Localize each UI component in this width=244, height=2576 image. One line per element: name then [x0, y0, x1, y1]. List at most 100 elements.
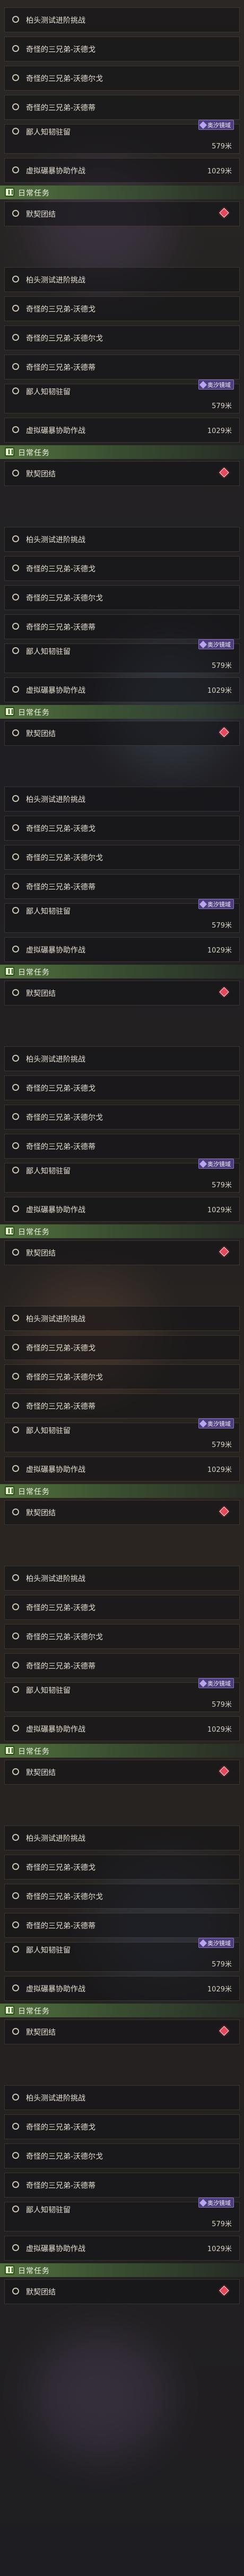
daily-quest-book-icon — [5, 1746, 14, 1755]
quest-label: 奇怪的三兄弟-沃德蒂 — [26, 623, 96, 632]
quest-item[interactable]: 虚拟碾暴协助作战 1029米 — [4, 937, 240, 962]
quest-tracker-panel: 柏头测试进阶挑战 奇怪的三兄弟-沃德戈 奇怪的三兄弟-沃德尔戈 奇怪的三兄弟-沃… — [0, 0, 244, 2576]
quest-label: 鄙人知韧驻留 — [26, 128, 71, 137]
dimension-tag: 奥汐镜域 — [198, 1938, 234, 1948]
quest-item[interactable]: 奥汐镜域 鄙人知韧驻留 579米 — [4, 2198, 240, 2231]
quest-item[interactable]: 柏头测试进阶挑战 — [4, 1306, 240, 1331]
quest-item[interactable]: 柏头测试进阶挑战 — [4, 527, 240, 552]
quest-item[interactable]: 奥汐镜域 鄙人知韧驻留 579米 — [4, 1418, 240, 1452]
quest-item[interactable]: 奇怪的三兄弟-沃德蒂 — [4, 355, 240, 380]
quest-item[interactable]: 柏头测试进阶挑战 — [4, 2085, 240, 2110]
daily-quest-header[interactable]: 日常任务 — [0, 2004, 244, 2017]
daily-quest-header[interactable]: 日常任务 — [0, 965, 244, 978]
quest-label: 柏头测试进阶挑战 — [26, 16, 85, 25]
quest-label: 鄙人知韧驻留 — [26, 388, 71, 396]
quest-label: 虚拟碾暴协助作战 — [26, 1466, 85, 1474]
quest-item[interactable]: 奥汐镜域 鄙人知韧驻留 579米 — [4, 120, 240, 154]
quest-item[interactable]: 奥汐镜域 鄙人知韧驻留 579米 — [4, 1938, 240, 1972]
daily-quest-book-icon — [5, 967, 14, 976]
quest-item[interactable]: 奇怪的三兄弟-沃德蒂 — [4, 2173, 240, 2198]
quest-item[interactable]: 奇怪的三兄弟-沃德尔戈 — [4, 1624, 240, 1649]
quest-item[interactable]: 奥汐镜域 鄙人知韧驻留 579米 — [4, 639, 240, 673]
quest-item[interactable]: 奇怪的三兄弟-沃德尔戈 — [4, 325, 240, 350]
quest-item[interactable]: 奇怪的三兄弟-沃德蒂 — [4, 95, 240, 120]
quest-item[interactable]: 虚拟碾暴协助作战 1029米 — [4, 1197, 240, 1222]
daily-quest-header[interactable]: 日常任务 — [0, 445, 244, 459]
quest-item[interactable]: 默契团结 — [4, 1760, 240, 1785]
quest-item[interactable]: 奇怪的三兄弟-沃德尔戈 — [4, 1364, 240, 1389]
daily-quest-header[interactable]: 日常任务 — [0, 1224, 244, 1238]
quest-item[interactable]: 奇怪的三兄弟-沃德尔戈 — [4, 845, 240, 870]
daily-quest-header[interactable]: 日常任务 — [0, 2263, 244, 2277]
quest-item[interactable]: 奇怪的三兄弟-沃德戈 — [4, 816, 240, 841]
quest-item[interactable]: 奥汐镜域 鄙人知韧驻留 579米 — [4, 1678, 240, 1712]
quest-circle-icon — [12, 564, 19, 571]
quest-item[interactable]: 奇怪的三兄弟-沃德蒂 — [4, 1653, 240, 1678]
quest-item[interactable]: 奇怪的三兄弟-沃德戈 — [4, 556, 240, 581]
quest-item[interactable]: 默契团结 — [4, 2019, 240, 2044]
quest-label: 奇怪的三兄弟-沃德戈 — [26, 565, 96, 574]
quest-marker-icon — [219, 987, 229, 997]
quest-item[interactable]: 奇怪的三兄弟-沃德戈 — [4, 37, 240, 61]
quest-item[interactable]: 默契团结 — [4, 2279, 240, 2304]
quest-item[interactable]: 奥汐镜域 鄙人知韧驻留 579米 — [4, 899, 240, 933]
quest-item[interactable]: 虚拟碾暴协助作战 1029米 — [4, 2236, 240, 2261]
quest-item[interactable]: 奇怪的三兄弟-沃德尔戈 — [4, 2143, 240, 2168]
daily-quest-header[interactable]: 日常任务 — [0, 1744, 244, 1758]
quest-label: 虚拟碾暴协助作战 — [26, 1206, 85, 1214]
quest-item[interactable]: 柏头测试进阶挑战 — [4, 1046, 240, 1071]
quest-item[interactable]: 虚拟碾暴协助作战 1029米 — [4, 158, 240, 183]
quest-label: 奇怪的三兄弟-沃德蒂 — [26, 2182, 96, 2190]
quest-item[interactable]: 奥汐镜域 鄙人知韧驻留 579米 — [4, 380, 240, 413]
quest-item[interactable]: 奇怪的三兄弟-沃德尔戈 — [4, 66, 240, 91]
quest-item[interactable]: 虚拟碾暴协助作战 1029米 — [4, 418, 240, 443]
quest-item[interactable]: 奇怪的三兄弟-沃德尔戈 — [4, 1884, 240, 1909]
dimension-tag: 奥汐镜域 — [198, 1418, 234, 1428]
quest-label: 奇怪的三兄弟-沃德尔戈 — [26, 1893, 103, 1901]
quest-item[interactable]: 默契团结 — [4, 201, 240, 226]
quest-circle-icon — [12, 276, 19, 283]
daily-quest-title: 日常任务 — [18, 709, 50, 717]
quest-item[interactable]: 虚拟碾暴协助作战 1029米 — [4, 1457, 240, 1481]
quest-label: 默契团结 — [26, 1249, 56, 1258]
quest-item[interactable]: 奇怪的三兄弟-沃德戈 — [4, 1595, 240, 1620]
quest-item[interactable]: 柏头测试进阶挑战 — [4, 1825, 240, 1850]
quest-item[interactable]: 奇怪的三兄弟-沃德戈 — [4, 2114, 240, 2139]
quest-item[interactable]: 虚拟碾暴协助作战 1029米 — [4, 1716, 240, 1741]
quest-item[interactable]: 奇怪的三兄弟-沃德戈 — [4, 1335, 240, 1360]
quest-label: 鄙人知韧驻留 — [26, 1167, 71, 1176]
quest-item[interactable]: 柏头测试进阶挑战 — [4, 1566, 240, 1591]
quest-label: 奇怪的三兄弟-沃德戈 — [26, 1604, 96, 1612]
quest-item[interactable]: 默契团结 — [4, 1240, 240, 1265]
quest-item[interactable]: 奥汐镜域 鄙人知韧驻留 579米 — [4, 1159, 240, 1193]
quest-item[interactable]: 奇怪的三兄弟-沃德蒂 — [4, 614, 240, 639]
quest-item[interactable]: 奇怪的三兄弟-沃德戈 — [4, 1075, 240, 1100]
quest-item[interactable]: 虚拟碾暴协助作战 1029米 — [4, 1976, 240, 2001]
quest-item[interactable]: 奇怪的三兄弟-沃德蒂 — [4, 874, 240, 899]
daily-quest-header[interactable]: 日常任务 — [0, 186, 244, 199]
quest-item[interactable]: 柏头测试进阶挑战 — [4, 267, 240, 292]
quest-circle-icon — [12, 1113, 19, 1120]
daily-quest-header[interactable]: 日常任务 — [0, 1484, 244, 1498]
quest-item[interactable]: 虚拟碾暴协助作战 1029米 — [4, 677, 240, 702]
quest-item[interactable]: 奇怪的三兄弟-沃德蒂 — [4, 1134, 240, 1159]
quest-item[interactable]: 奇怪的三兄弟-沃德戈 — [4, 1855, 240, 1880]
quest-item[interactable]: 柏头测试进阶挑战 — [4, 787, 240, 811]
quest-item[interactable]: 默契团结 — [4, 461, 240, 486]
quest-item[interactable]: 默契团结 — [4, 721, 240, 746]
daily-quest-header[interactable]: 日常任务 — [0, 705, 244, 719]
quest-item[interactable]: 默契团结 — [4, 981, 240, 1005]
quest-item[interactable]: 奇怪的三兄弟-沃德尔戈 — [4, 585, 240, 610]
quest-label: 虚拟碾暴协助作战 — [26, 427, 85, 435]
quest-label: 鄙人知韧驻留 — [26, 1687, 71, 1695]
quest-item[interactable]: 奇怪的三兄弟-沃德蒂 — [4, 1393, 240, 1418]
quest-distance: 1029米 — [207, 1726, 232, 1734]
quest-item[interactable]: 奇怪的三兄弟-沃德戈 — [4, 296, 240, 321]
daily-quest-book-icon — [5, 707, 14, 716]
quest-item[interactable]: 奇怪的三兄弟-沃德蒂 — [4, 1913, 240, 1938]
quest-distance: 579米 — [212, 1701, 232, 1709]
quest-item[interactable]: 默契团结 — [4, 1500, 240, 1525]
quest-item[interactable]: 奇怪的三兄弟-沃德尔戈 — [4, 1105, 240, 1130]
quest-item[interactable]: 柏头测试进阶挑战 — [4, 7, 240, 32]
quest-label: 鄙人知韧驻留 — [26, 907, 71, 916]
